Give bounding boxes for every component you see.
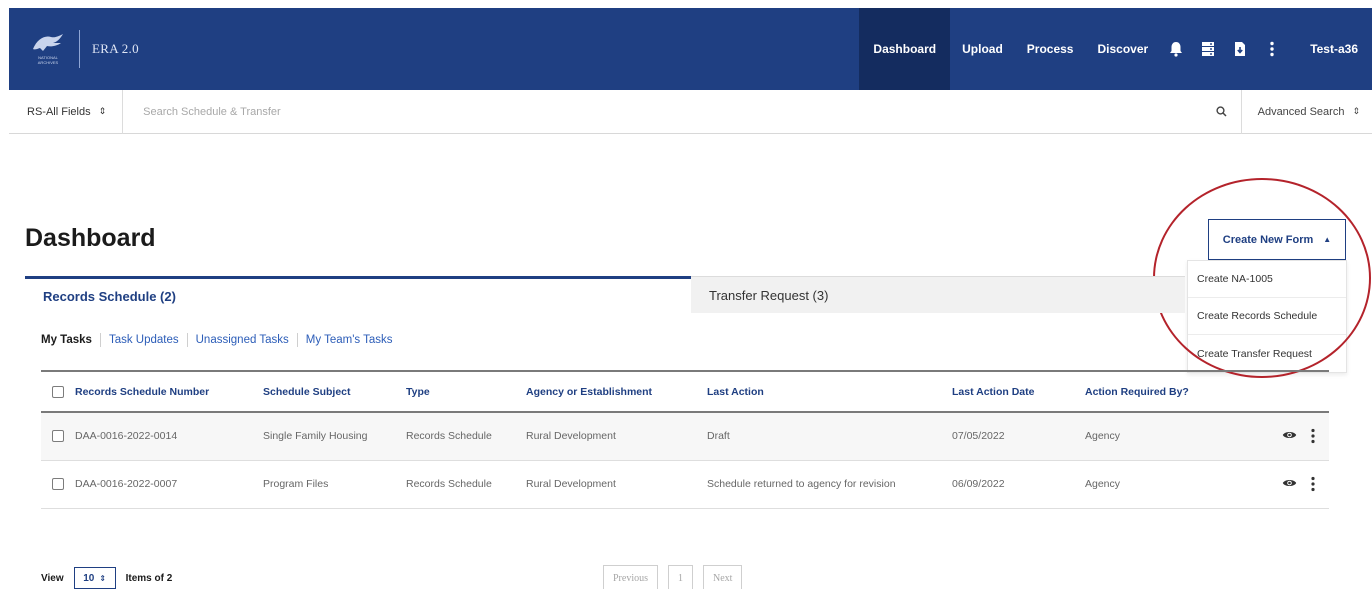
app-title[interactable]: ERA 2.0 (92, 41, 139, 57)
sort-arrows-icon: ⇕ (1352, 106, 1360, 116)
search-field-select[interactable]: RS-All Fields ⇕ (9, 89, 124, 134)
nav-discover[interactable]: Discover (1085, 8, 1160, 90)
search-icon[interactable] (1202, 89, 1242, 134)
sort-arrows-icon: ⇕ (99, 573, 107, 583)
table-row[interactable]: DAA-0016-2022-0007 Program Files Records… (41, 460, 1329, 509)
eye-icon[interactable] (1282, 478, 1297, 491)
more-vertical-icon[interactable] (1311, 428, 1315, 445)
create-new-form-label: Create New Form (1222, 233, 1314, 246)
previous-page-button[interactable]: Previous (603, 565, 658, 589)
nav-process[interactable]: Process (1015, 8, 1086, 90)
cell-subject: Single Family Housing (263, 412, 406, 461)
cell-last-action: Schedule returned to agency for revision (707, 460, 952, 509)
advanced-search-select[interactable]: Advanced Search ⇕ (1242, 90, 1372, 134)
create-form-dropdown: Create NA-1005 Create Records Schedule C… (1187, 260, 1347, 373)
top-nav-bar: NATIONAL ARCHIVES ERA 2.0 Dashboard Uplo… (9, 8, 1372, 90)
cell-last-action: Draft (707, 412, 952, 461)
cell-type: Records Schedule (406, 412, 526, 461)
task-subtabs: My Tasks Task Updates Unassigned Tasks M… (41, 333, 401, 347)
page-title: Dashboard (25, 224, 156, 252)
cell-required-by: Agency (1085, 412, 1225, 461)
tab-records-schedule[interactable]: Records Schedule (2) (25, 276, 691, 313)
cell-subject: Program Files (263, 460, 406, 509)
search-bar: RS-All Fields ⇕ Advanced Search ⇕ (9, 89, 1372, 134)
bell-icon[interactable] (1160, 8, 1192, 90)
sort-arrows-icon: ⇕ (98, 106, 107, 116)
header-checkbox-cell (41, 370, 75, 413)
row-checkbox-cell (41, 460, 75, 509)
subtab-task-updates[interactable]: Task Updates (101, 333, 188, 347)
column-header-actions (1225, 370, 1329, 413)
nav-dashboard[interactable]: Dashboard (859, 8, 951, 90)
eagle-icon (33, 34, 63, 51)
column-header[interactable]: Type (406, 370, 526, 413)
cell-required-by: Agency (1085, 460, 1225, 509)
server-icon[interactable] (1192, 8, 1224, 90)
search-input[interactable] (123, 89, 1202, 134)
row-checkbox[interactable] (52, 430, 64, 443)
subtab-unassigned-tasks[interactable]: Unassigned Tasks (188, 333, 298, 347)
tab-transfer-request[interactable]: Transfer Request (3) (691, 276, 1185, 313)
row-checkbox[interactable] (52, 478, 64, 491)
cell-number[interactable]: DAA-0016-2022-0014 (75, 412, 263, 461)
records-schedule-table: Records Schedule Number Schedule Subject… (41, 370, 1329, 509)
next-page-button[interactable]: Next (703, 565, 743, 589)
view-label: View (41, 572, 64, 584)
main-nav: Dashboard Upload Process Discover Test-a… (859, 8, 1372, 90)
logo-divider (79, 30, 80, 68)
page-size-control: View 10 ⇕ Items of 2 (41, 567, 172, 589)
page-number-button[interactable]: 1 (668, 565, 693, 589)
table-row[interactable]: DAA-0016-2022-0014 Single Family Housing… (41, 412, 1329, 461)
column-header[interactable]: Action Required By? (1085, 370, 1225, 413)
create-new-form-button[interactable]: Create New Form ▲ (1208, 219, 1346, 260)
download-file-icon[interactable] (1224, 8, 1256, 90)
nav-upload[interactable]: Upload (950, 8, 1015, 90)
user-menu[interactable]: Test-a36 (1288, 42, 1372, 56)
row-actions-cell (1225, 460, 1329, 509)
advanced-search-label: Advanced Search (1257, 105, 1345, 118)
cell-agency: Rural Development (526, 460, 707, 509)
eye-icon[interactable] (1282, 430, 1297, 443)
table-header-row: Records Schedule Number Schedule Subject… (41, 370, 1329, 413)
items-count-label: Items of 2 (125, 572, 173, 584)
page-size-select[interactable]: 10 ⇕ (73, 567, 116, 589)
cell-date: 07/05/2022 (952, 412, 1085, 461)
create-na-1005-option[interactable]: Create NA-1005 (1188, 261, 1346, 298)
create-records-schedule-option[interactable]: Create Records Schedule (1188, 298, 1346, 335)
pagination: Previous 1 Next (603, 565, 743, 589)
column-header[interactable]: Agency or Establishment (526, 370, 707, 413)
page-size-value: 10 (83, 572, 95, 584)
more-vertical-icon[interactable] (1256, 8, 1288, 90)
create-transfer-request-option[interactable]: Create Transfer Request (1188, 335, 1346, 372)
column-header[interactable]: Schedule Subject (263, 370, 406, 413)
cell-type: Records Schedule (406, 460, 526, 509)
column-header[interactable]: Last Action (707, 370, 952, 413)
dashboard-tabs: Records Schedule (2) Transfer Request (3… (25, 276, 1185, 313)
row-checkbox-cell (41, 412, 75, 461)
caret-up-icon: ▲ (1323, 235, 1332, 244)
national-archives-logo[interactable]: NATIONAL ARCHIVES (27, 27, 69, 71)
row-actions-cell (1225, 412, 1329, 461)
subtab-my-tasks[interactable]: My Tasks (41, 333, 101, 347)
column-header[interactable]: Last Action Date (952, 370, 1085, 413)
select-all-checkbox[interactable] (52, 385, 64, 398)
more-vertical-icon[interactable] (1311, 476, 1315, 493)
cell-agency: Rural Development (526, 412, 707, 461)
cell-date: 06/09/2022 (952, 460, 1085, 509)
search-field-label: RS-All Fields (27, 105, 91, 118)
cell-number[interactable]: DAA-0016-2022-0007 (75, 460, 263, 509)
column-header[interactable]: Records Schedule Number (75, 370, 263, 413)
subtab-my-teams-tasks[interactable]: My Team's Tasks (298, 333, 401, 347)
logo-text: NATIONAL ARCHIVES (37, 55, 59, 65)
